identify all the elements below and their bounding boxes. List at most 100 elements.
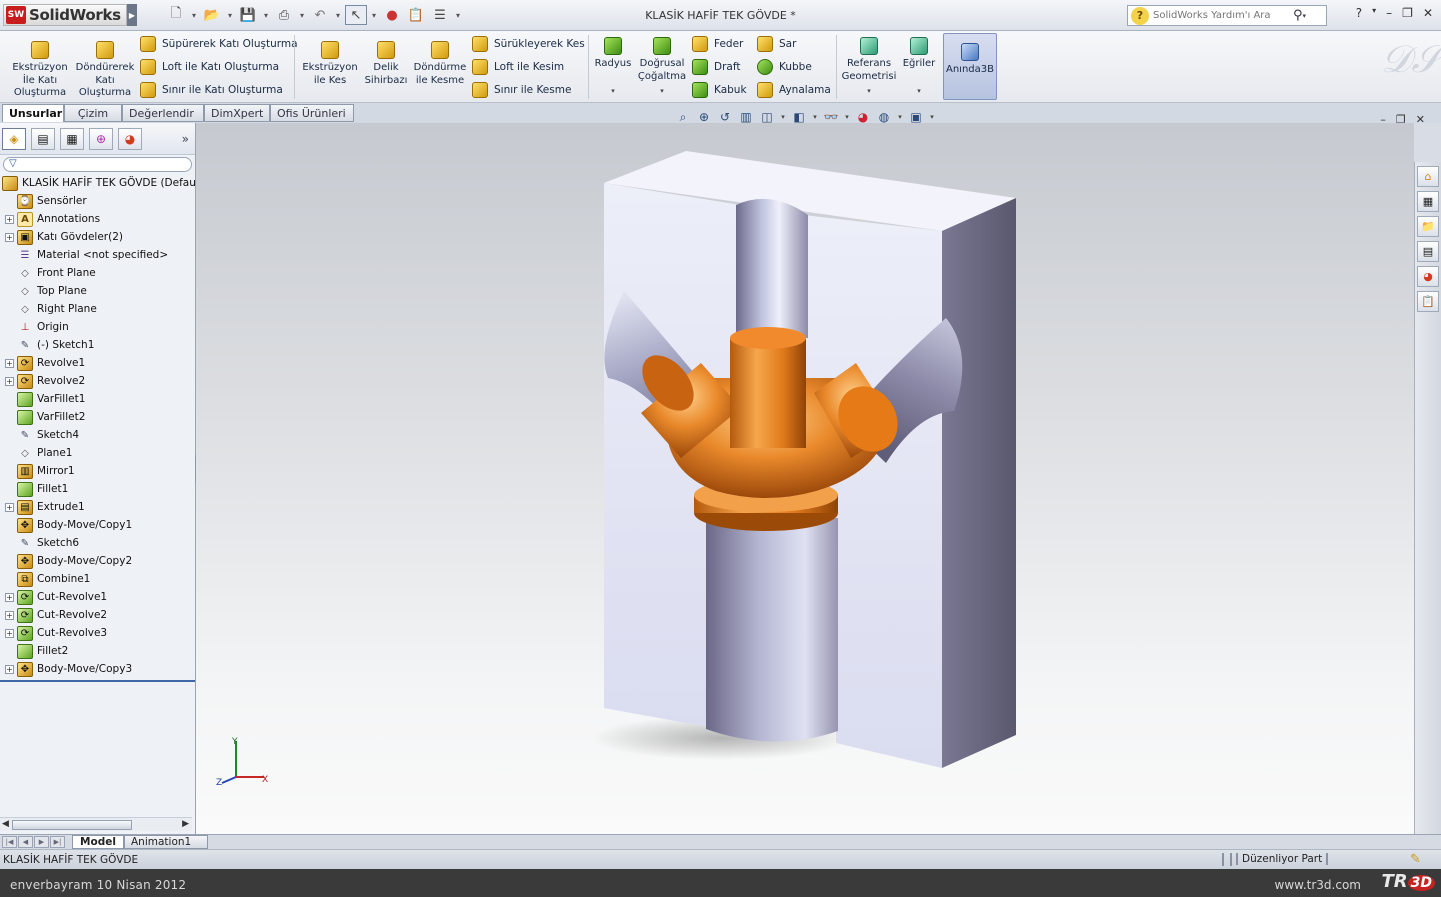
feature-tree-tab-icon[interactable]: ◈ (2, 127, 26, 150)
view-palette-icon[interactable]: ▤ (1417, 241, 1439, 262)
draft-button[interactable]: Draft (692, 58, 740, 76)
tree-item[interactable]: ◇ Plane1 (0, 444, 72, 462)
tab-office-products[interactable]: Ofis Ürünleri (270, 104, 354, 122)
chevron-down-icon[interactable]: ▾ (611, 85, 615, 98)
rebuild-traffic-light-icon[interactable]: ● (381, 5, 403, 25)
shell-button[interactable]: Kabuk (692, 81, 747, 99)
configuration-manager-tab-icon[interactable]: ▦ (60, 127, 84, 150)
expand-plus-icon[interactable]: + (5, 232, 14, 242)
feature-tree-horizontal-scrollbar[interactable]: ◀ ▶ (0, 817, 192, 831)
mirror-button[interactable]: Aynalama (757, 81, 831, 99)
chevron-down-icon[interactable]: ▾ (1372, 6, 1376, 20)
tab-evaluate[interactable]: Değerlendir (122, 104, 204, 122)
chevron-down-icon[interactable]: ▾ (261, 5, 271, 25)
fillet-button[interactable]: Radyus ▾ (592, 37, 634, 97)
chevron-down-icon[interactable]: ▾ (660, 85, 664, 98)
tree-item[interactable]: ▥ Mirror1 (0, 462, 75, 480)
chevron-down-icon[interactable]: ▾ (297, 5, 307, 25)
tree-item[interactable]: + ▤ Extrude1 (0, 498, 85, 516)
tree-item[interactable]: Fillet2 (0, 642, 68, 660)
help-search-box[interactable]: ? ⚲ ▾ (1127, 5, 1327, 26)
tree-item[interactable]: + ⟳ Cut-Revolve2 (0, 606, 107, 624)
solidworks-logo[interactable]: SW SolidWorks (3, 4, 127, 26)
tree-item[interactable]: ✥ Body-Move/Copy2 (0, 552, 132, 570)
chevron-down-icon[interactable]: ▾ (333, 5, 343, 25)
instant3d-content[interactable]: Anında3B (945, 43, 995, 77)
sweep-boss-button[interactable]: Süpürerek Katı Oluşturma (140, 35, 298, 53)
tree-item[interactable]: ◇ Front Plane (0, 264, 96, 282)
dome-button[interactable]: Kubbe (757, 58, 812, 76)
chevron-down-icon[interactable]: ▾ (896, 108, 904, 126)
revolve-cut-button[interactable]: Döndürme ile Kesme (412, 41, 468, 87)
display-manager-tab-icon[interactable]: ◕ (118, 127, 142, 150)
loft-boss-button[interactable]: Loft ile Katı Oluşturma (140, 58, 279, 76)
dimxpert-manager-tab-icon[interactable]: ⊕ (89, 127, 113, 150)
tree-item[interactable]: + ✥ Body-Move/Copy3 (0, 660, 132, 678)
edit-appearance-icon[interactable]: ◕ (854, 108, 872, 126)
undo-icon[interactable]: ↶ (309, 5, 331, 25)
chevron-down-icon[interactable]: ▾ (843, 108, 851, 126)
print-icon[interactable]: ⎙ (273, 5, 295, 25)
tree-item[interactable]: ⊥ Origin (0, 318, 69, 336)
website-link[interactable]: www.tr3d.com (1275, 878, 1362, 892)
close-icon[interactable]: ✕ (1416, 113, 1425, 126)
expand-plus-icon[interactable]: + (5, 502, 14, 512)
search-icon[interactable]: ⚲ (1293, 8, 1303, 23)
tree-item[interactable]: ◇ Top Plane (0, 282, 87, 300)
wrap-button[interactable]: Sar (757, 35, 796, 53)
chevron-down-icon[interactable]: ▾ (189, 5, 199, 25)
last-tab-icon[interactable]: ▶| (50, 836, 65, 848)
boundary-boss-button[interactable]: Sınır ile Katı Oluşturma (140, 81, 283, 99)
model-3d-view[interactable] (196, 123, 1414, 834)
chevron-down-icon[interactable]: ▾ (917, 85, 921, 98)
curves-button[interactable]: Eğriler ▾ (900, 37, 938, 97)
first-tab-icon[interactable]: |◀ (2, 836, 17, 848)
tab-dimxpert[interactable]: DimXpert (204, 104, 270, 122)
tree-item[interactable]: + ▣ Katı Gövdeler(2) (0, 228, 123, 246)
minimize-icon[interactable]: – (1380, 113, 1386, 126)
close-icon[interactable]: ✕ (1423, 6, 1433, 20)
view-settings-icon[interactable]: ▣ (907, 108, 925, 126)
chevron-down-icon[interactable]: ▾ (1303, 12, 1307, 20)
tree-item[interactable]: VarFillet2 (0, 408, 85, 426)
options-icon[interactable]: ☰ (429, 5, 451, 25)
chevron-down-icon[interactable]: ▾ (369, 5, 379, 25)
scroll-right-icon[interactable]: ▶ (182, 819, 189, 829)
tree-item[interactable]: ✎ Sketch4 (0, 426, 79, 444)
scroll-left-icon[interactable]: ◀ (2, 819, 9, 829)
hole-wizard-button[interactable]: Delik Sihirbazı (362, 41, 410, 87)
view-orientation-icon[interactable]: ◫ (758, 108, 776, 126)
loft-cut-button[interactable]: Loft ile Kesim (472, 58, 564, 76)
tree-item[interactable]: VarFillet1 (0, 390, 85, 408)
graphics-area[interactable]: Y X Z (196, 123, 1414, 834)
tab-sketch[interactable]: Çizim (64, 104, 122, 122)
zoom-to-area-icon[interactable]: ⊕ (695, 108, 713, 126)
tree-item[interactable]: ✥ Body-Move/Copy1 (0, 516, 132, 534)
scrollbar-thumb[interactable] (12, 820, 132, 830)
tab-model[interactable]: Model (72, 835, 124, 849)
appearances-scenes-icon[interactable]: ◕ (1417, 266, 1439, 287)
minimize-icon[interactable]: – (1386, 6, 1392, 20)
apply-scene-icon[interactable]: ◍ (875, 108, 893, 126)
restore-icon[interactable]: ❐ (1396, 113, 1406, 126)
tree-item[interactable]: + ⟳ Cut-Revolve3 (0, 624, 107, 642)
tab-animation1[interactable]: Animation1 (124, 835, 208, 849)
tag-icon[interactable]: ✎ (1410, 852, 1421, 867)
next-tab-icon[interactable]: ▶ (34, 836, 49, 848)
tree-item[interactable]: Fillet1 (0, 480, 68, 498)
tree-item[interactable]: + ⟳ Cut-Revolve1 (0, 588, 107, 606)
file-properties-icon[interactable]: 📋 (405, 5, 427, 25)
property-manager-tab-icon[interactable]: ▤ (31, 127, 55, 150)
save-icon[interactable]: 💾 (237, 5, 259, 25)
file-explorer-icon[interactable]: 📁 (1417, 216, 1439, 237)
display-style-icon[interactable]: ◧ (790, 108, 808, 126)
chevron-down-icon[interactable]: ▾ (453, 5, 463, 25)
previous-view-icon[interactable]: ↺ (716, 108, 734, 126)
prev-tab-icon[interactable]: ◀ (18, 836, 33, 848)
tree-root-part[interactable]: KLASİK HAFİF TEK GÖVDE (Default (0, 174, 203, 192)
tree-item[interactable]: ◇ Right Plane (0, 300, 97, 318)
sweep-cut-button[interactable]: Sürükleyerek Kes (472, 35, 585, 53)
chevron-down-icon[interactable]: ▾ (779, 108, 787, 126)
tab-features[interactable]: Unsurlar (2, 104, 64, 122)
boundary-cut-button[interactable]: Sınır ile Kesme (472, 81, 571, 99)
